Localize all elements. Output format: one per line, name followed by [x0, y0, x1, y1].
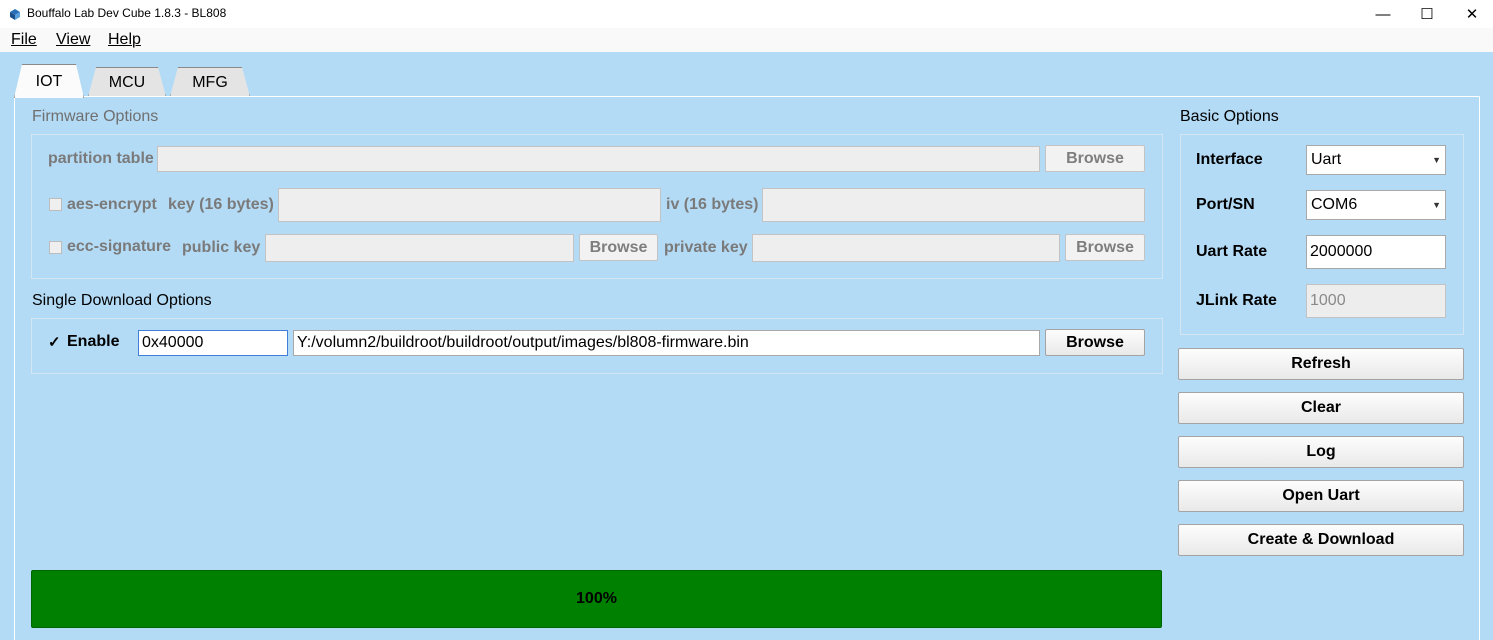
- download-progress-bar: 100%: [31, 570, 1162, 628]
- public-key-field: [265, 234, 574, 262]
- port-label: Port/SN: [1196, 196, 1255, 213]
- uart-rate-label: Uart Rate: [1196, 243, 1268, 260]
- firmware-options-heading: Firmware Options: [32, 108, 159, 125]
- menu-bar: [0, 28, 1493, 52]
- aes-iv-label: iv (16 bytes): [666, 196, 759, 213]
- enable-checkbox[interactable]: ✓: [48, 335, 61, 350]
- menu-view[interactable]: View: [56, 31, 90, 49]
- private-key-label: private key: [664, 239, 748, 256]
- chevron-down-icon: ▼: [1432, 155, 1441, 165]
- menu-file[interactable]: File: [11, 31, 37, 49]
- public-key-browse-button[interactable]: Browse: [579, 234, 658, 261]
- partition-table-browse-button[interactable]: Browse: [1045, 145, 1145, 172]
- open-uart-button[interactable]: Open Uart: [1178, 480, 1464, 512]
- interface-value: Uart: [1311, 151, 1342, 168]
- tab-iot[interactable]: IOT: [14, 64, 84, 98]
- file-browse-button[interactable]: Browse: [1045, 329, 1145, 356]
- jlink-rate-input: 1000: [1306, 284, 1446, 318]
- file-path-input[interactable]: Y:/volumn2/buildroot/buildroot/output/im…: [293, 330, 1040, 356]
- app-cube-icon: [10, 9, 20, 20]
- port-select[interactable]: COM6 ▼: [1306, 190, 1446, 220]
- basic-options-heading: Basic Options: [1180, 108, 1279, 125]
- chevron-down-icon: ▼: [1432, 200, 1441, 210]
- address-input[interactable]: 0x40000: [138, 330, 288, 356]
- interface-select[interactable]: Uart ▼: [1306, 145, 1446, 175]
- tab-mcu[interactable]: MCU: [88, 67, 166, 97]
- tab-mfg[interactable]: MFG: [170, 67, 250, 97]
- uart-rate-input[interactable]: 2000000: [1306, 235, 1446, 269]
- aes-iv-field: [762, 188, 1145, 222]
- private-key-browse-button[interactable]: Browse: [1065, 234, 1145, 261]
- minimize-button[interactable]: —: [1360, 0, 1406, 28]
- public-key-label: public key: [182, 239, 261, 256]
- refresh-button[interactable]: Refresh: [1178, 348, 1464, 380]
- partition-table-field: [157, 146, 1040, 172]
- single-download-heading: Single Download Options: [32, 292, 212, 309]
- log-button[interactable]: Log: [1178, 436, 1464, 468]
- jlink-rate-label: JLink Rate: [1196, 292, 1277, 309]
- enable-label: Enable: [67, 333, 120, 350]
- aes-encrypt-label: aes-encrypt: [67, 196, 157, 213]
- port-value: COM6: [1311, 196, 1358, 213]
- close-button[interactable]: ✕: [1449, 0, 1493, 28]
- create-download-button[interactable]: Create & Download: [1178, 524, 1464, 556]
- progress-label: 100%: [576, 590, 617, 607]
- ecc-signature-label: ecc-signature: [67, 238, 172, 255]
- aes-encrypt-checkbox[interactable]: [49, 198, 62, 211]
- window-title: Bouffalo Lab Dev Cube 1.8.3 - BL808: [27, 6, 227, 20]
- aes-key-label: key (16 bytes): [168, 196, 274, 213]
- partition-table-label: partition table: [48, 150, 154, 167]
- private-key-field: [752, 234, 1060, 262]
- menu-help[interactable]: Help: [108, 31, 141, 49]
- maximize-button[interactable]: ☐: [1404, 0, 1450, 28]
- aes-key-field: [278, 188, 661, 222]
- clear-button[interactable]: Clear: [1178, 392, 1464, 424]
- interface-label: Interface: [1196, 151, 1263, 168]
- ecc-signature-checkbox[interactable]: [49, 241, 62, 254]
